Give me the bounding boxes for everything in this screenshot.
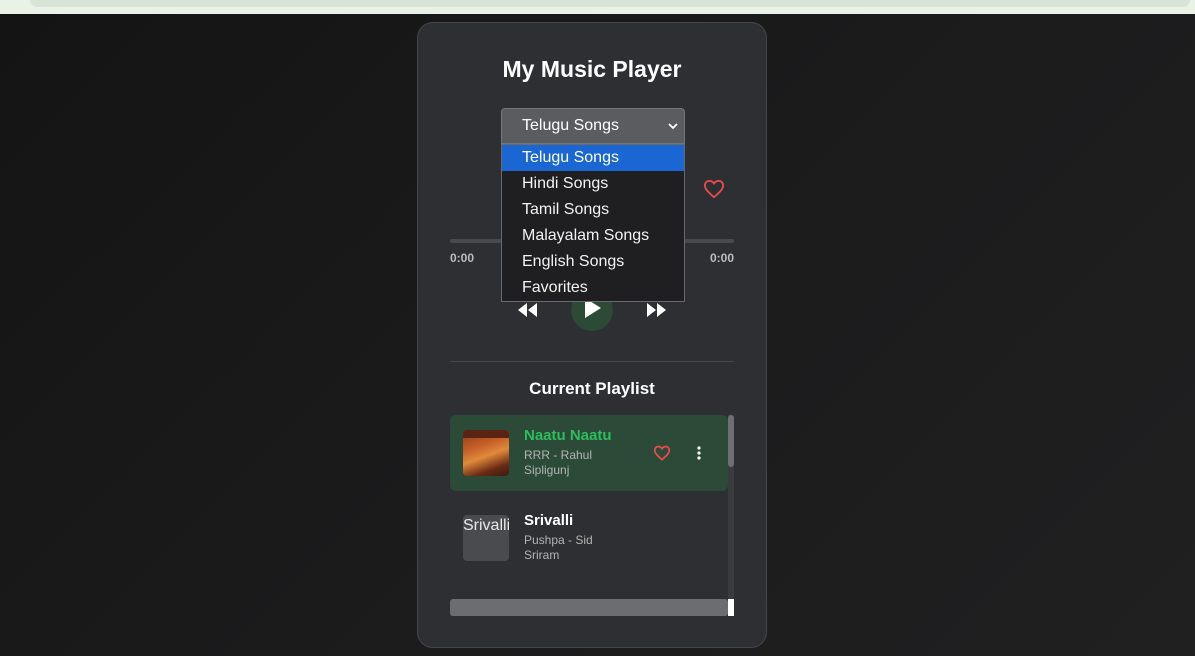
browser-address-bar [0, 0, 1195, 14]
category-option-hindi[interactable]: Hindi Songs [502, 171, 684, 197]
music-player-card: My Music Player Telugu Songs Telugu Song… [417, 22, 767, 648]
category-option-tamil[interactable]: Tamil Songs [502, 197, 684, 223]
category-select[interactable]: Telugu Songs [501, 108, 685, 144]
category-option-telugu[interactable]: Telugu Songs [502, 145, 684, 171]
fast-forward-icon[interactable] [644, 301, 668, 319]
song-title: Naatu Naatu [524, 427, 612, 444]
address-field[interactable] [30, 0, 1190, 7]
category-select-value: Telugu Songs [522, 117, 619, 134]
category-option-malayalam[interactable]: Malayalam Songs [502, 223, 684, 249]
album-art-broken: Srivalli [463, 515, 509, 561]
song-artist: RRR - Rahul Sipligunj [524, 448, 593, 477]
playlist-item[interactable]: Srivalli Srivalli Pushpa - Sid Sriram [450, 500, 728, 576]
rewind-icon[interactable] [516, 301, 540, 319]
album-art [463, 430, 509, 476]
scrollbar-thumb[interactable] [728, 415, 734, 467]
heart-icon[interactable] [703, 179, 725, 199]
divider [450, 361, 734, 362]
playlist-item[interactable]: Naatu Naatu RRR - Rahul Sipligunj [450, 415, 728, 491]
category-option-favorites[interactable]: Favorites [502, 275, 684, 301]
playlist-horizontal-scrollbar[interactable] [450, 599, 728, 616]
playlist-title: Current Playlist [529, 379, 655, 398]
category-option-english[interactable]: English Songs [502, 249, 684, 275]
scrollbar-corner [728, 599, 734, 616]
more-vertical-icon[interactable] [696, 445, 702, 461]
playlist-vertical-scrollbar[interactable] [728, 415, 734, 616]
duration-time: 0:00 [709, 251, 734, 265]
playlist-list[interactable]: Naatu Naatu RRR - Rahul Sipligunj Srival… [450, 415, 734, 616]
chevron-down-icon [667, 109, 679, 143]
song-artist: Pushpa - Sid Sriram [524, 533, 593, 562]
current-time: 0:00 [450, 251, 475, 265]
heart-icon[interactable] [653, 445, 671, 461]
category-dropdown-list: Telugu Songs Hindi Songs Tamil Songs Mal… [501, 144, 685, 302]
song-title: Srivalli [524, 512, 574, 529]
app-title: My Music Player [502, 56, 682, 82]
